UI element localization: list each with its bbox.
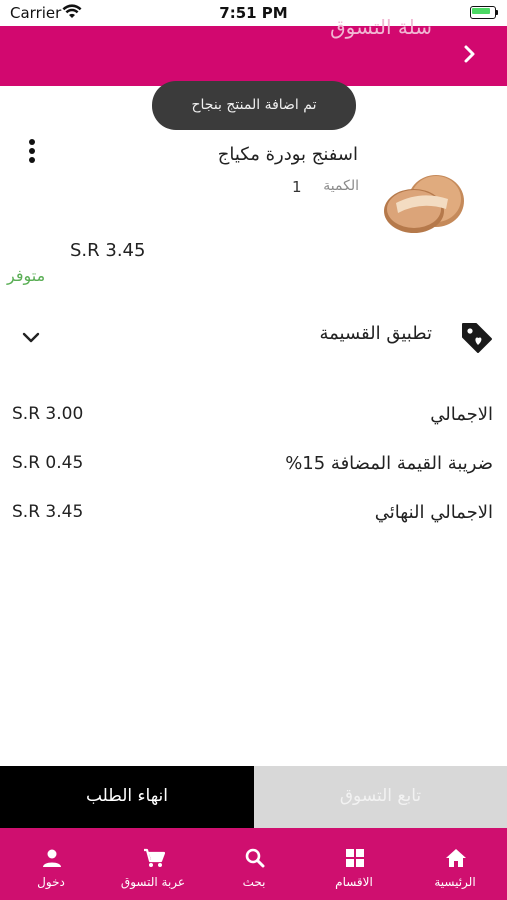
tab-categories[interactable]: الاقسام <box>304 828 404 900</box>
tab-login-label: دخول <box>37 875 65 889</box>
tab-login[interactable]: دخول <box>1 828 101 900</box>
continue-shopping-button[interactable]: تابع التسوق <box>254 766 507 828</box>
person-icon <box>43 849 61 867</box>
product-image <box>384 175 464 233</box>
toast-message: تم اضافة المنتج بنجاح <box>152 81 356 130</box>
tab-search-label: بحث <box>242 875 266 889</box>
vat-value: S.R 0.45 <box>12 453 84 473</box>
tab-home-label: الرئيسية <box>434 875 476 889</box>
back-chevron-icon[interactable] <box>459 44 479 64</box>
item-price: S.R 3.45 <box>70 240 146 261</box>
apply-coupon-label[interactable]: تطبيق القسيمة <box>319 323 432 344</box>
quantity-label: الكمية <box>323 178 359 194</box>
stock-status: متوفر <box>7 266 46 285</box>
subtotal-value: S.R 3.00 <box>12 404 84 424</box>
product-name: اسفنج بودرة مكياج <box>217 144 358 165</box>
coupon-tag-icon <box>462 323 492 353</box>
subtotal-label: الاجمالي <box>430 404 493 425</box>
grid-icon <box>346 849 364 867</box>
grand-total-value: S.R 3.45 <box>12 502 84 522</box>
battery-fill <box>472 8 490 14</box>
quantity-value: 1 <box>292 178 302 196</box>
page-title: سلة التسوق <box>330 15 432 39</box>
battery-tip <box>496 10 498 15</box>
bottom-tab-bar: الرئيسية الاقسام بحث عربة التسوق دخول <box>0 828 507 900</box>
vat-label: ضريبة القيمة المضافة 15% <box>285 453 493 474</box>
tab-cart[interactable]: عربة التسوق <box>103 828 203 900</box>
search-icon <box>245 848 265 868</box>
home-icon <box>446 849 466 867</box>
more-options-icon[interactable] <box>26 138 38 164</box>
tab-categories-label: الاقسام <box>335 875 373 889</box>
cart-icon <box>144 848 165 867</box>
tab-search[interactable]: بحث <box>204 828 304 900</box>
tab-cart-label: عربة التسوق <box>120 875 186 889</box>
checkout-button[interactable]: انهاء الطلب <box>0 766 254 828</box>
grand-total-label: الاجمالي النهائي <box>374 502 493 523</box>
tab-home[interactable]: الرئيسية <box>405 828 505 900</box>
chevron-down-icon[interactable] <box>20 328 42 348</box>
